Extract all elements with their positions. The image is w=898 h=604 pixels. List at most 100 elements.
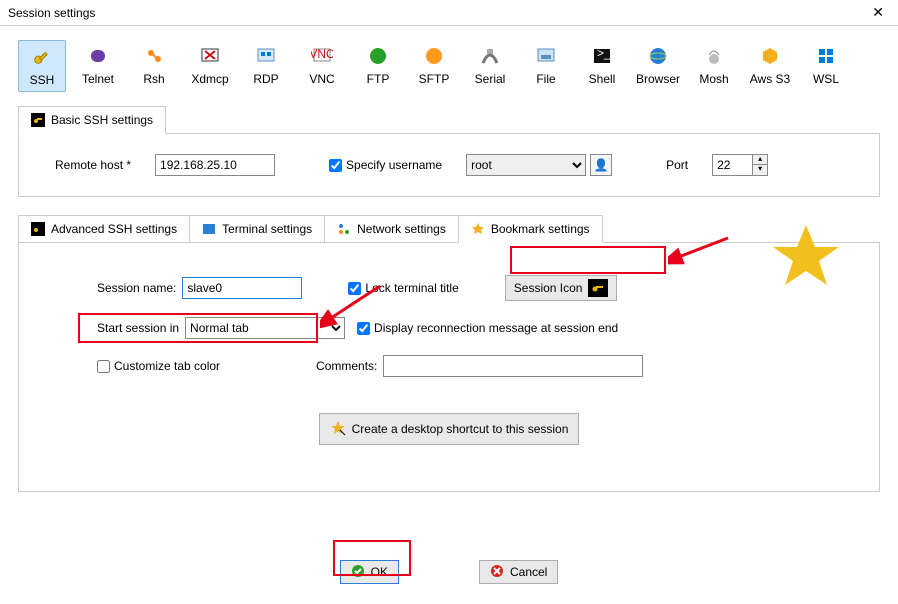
proto-label: Telnet (82, 72, 114, 86)
proto-ssh[interactable]: SSH (18, 40, 66, 92)
proto-telnet[interactable]: Telnet (74, 40, 122, 92)
proto-label: File (536, 72, 555, 86)
proto-mosh[interactable]: Mosh (690, 40, 738, 92)
proto-label: Shell (589, 72, 616, 86)
proto-wsl[interactable]: WSL (802, 40, 850, 92)
tab-label: Basic SSH settings (51, 113, 153, 127)
proto-aws-s3[interactable]: Aws S3 (746, 40, 794, 92)
key-icon (31, 113, 45, 127)
tab-label: Bookmark settings (491, 222, 590, 236)
comments-input[interactable] (383, 355, 643, 377)
tab-terminal-settings[interactable]: Terminal settings (190, 215, 325, 243)
session-name-label: Session name: (97, 281, 176, 295)
proto-label: FTP (367, 72, 390, 86)
sftp-icon (422, 44, 446, 68)
tab-network-settings[interactable]: Network settings (325, 215, 459, 243)
xdmcp-icon (198, 44, 222, 68)
ok-label: OK (371, 565, 388, 579)
titlebar: Session settings ✕ (0, 0, 898, 26)
session-name-input[interactable] (182, 277, 302, 299)
customize-tab-color-checkbox[interactable]: Customize tab color (97, 359, 220, 373)
spin-down-icon[interactable]: ▾ (753, 165, 767, 175)
sub-section: Advanced SSH settings Terminal settings … (18, 215, 880, 492)
display-reconnection-checkbox[interactable]: Display reconnection message at session … (357, 321, 618, 335)
proto-label: Browser (636, 72, 680, 86)
proto-sftp[interactable]: SFTP (410, 40, 458, 92)
star-decoration-icon (771, 221, 841, 291)
proto-label: Mosh (699, 72, 728, 86)
proto-serial[interactable]: Serial (466, 40, 514, 92)
proto-label: Serial (475, 72, 506, 86)
network-icon (337, 222, 351, 236)
mosh-icon (702, 44, 726, 68)
aws-icon (758, 44, 782, 68)
proto-label: VNC (309, 72, 334, 86)
key-icon (31, 222, 45, 236)
proto-ftp[interactable]: FTP (354, 40, 402, 92)
star-cursor-icon (330, 420, 346, 439)
file-icon (534, 44, 558, 68)
session-icon-label: Session Icon (514, 281, 583, 295)
start-session-select[interactable]: Normal tab (185, 317, 345, 339)
specify-username-label: Specify username (346, 158, 442, 172)
tab-label: Terminal settings (222, 222, 312, 236)
tab-bookmark-settings[interactable]: Bookmark settings (459, 215, 603, 243)
proto-rdp[interactable]: RDP (242, 40, 290, 92)
proto-label: Aws S3 (750, 72, 790, 86)
manage-users-button[interactable]: 👤 (590, 154, 612, 176)
protocol-toolbar: SSH Telnet Rsh Xdmcp RDP VNC VNC FTP SFT… (0, 26, 898, 98)
proto-rsh[interactable]: Rsh (130, 40, 178, 92)
proto-label: WSL (813, 72, 839, 86)
bookmark-panel: Session name: Lock terminal title Sessio… (18, 242, 880, 492)
port-input[interactable] (712, 154, 752, 176)
wsl-icon (814, 44, 838, 68)
terminal-icon (202, 222, 216, 236)
check-icon (351, 564, 365, 581)
port-spinner[interactable]: ▴▾ (712, 154, 768, 176)
svg-text:>_: >_ (597, 46, 611, 60)
proto-shell[interactable]: >_ Shell (578, 40, 626, 92)
port-label: Port (666, 158, 688, 172)
proto-browser[interactable]: Browser (634, 40, 682, 92)
proto-vnc[interactable]: VNC VNC (298, 40, 346, 92)
ok-button[interactable]: OK (340, 560, 399, 584)
customize-tab-color-label: Customize tab color (114, 359, 220, 373)
remote-host-input[interactable] (155, 154, 275, 176)
dialog-buttons: OK Cancel (0, 560, 898, 584)
start-session-label: Start session in (97, 321, 179, 335)
proto-label: Rsh (143, 72, 164, 86)
lock-title-label: Lock terminal title (365, 281, 458, 295)
ftp-icon (366, 44, 390, 68)
rsh-icon (142, 44, 166, 68)
proto-label: RDP (253, 72, 278, 86)
create-shortcut-button[interactable]: Create a desktop shortcut to this sessio… (319, 413, 580, 445)
cancel-button[interactable]: Cancel (479, 560, 558, 584)
key-icon (588, 279, 608, 297)
tab-label: Network settings (357, 222, 446, 236)
browser-icon (646, 44, 670, 68)
display-reconnection-label: Display reconnection message at session … (374, 321, 618, 335)
telnet-icon (86, 44, 110, 68)
proto-label: SFTP (419, 72, 450, 86)
cancel-icon (490, 564, 504, 581)
star-icon (471, 222, 485, 236)
vnc-icon: VNC (310, 44, 334, 68)
proto-label: SSH (30, 73, 55, 87)
username-select[interactable]: root (466, 154, 586, 176)
create-shortcut-label: Create a desktop shortcut to this sessio… (352, 422, 569, 436)
shell-icon: >_ (590, 44, 614, 68)
tab-advanced-ssh[interactable]: Advanced SSH settings (18, 215, 190, 243)
session-icon-button[interactable]: Session Icon (505, 275, 618, 301)
lock-title-checkbox[interactable]: Lock terminal title (348, 281, 458, 295)
svg-text:VNC: VNC (311, 47, 333, 61)
proto-xdmcp[interactable]: Xdmcp (186, 40, 234, 92)
serial-icon (478, 44, 502, 68)
proto-file[interactable]: File (522, 40, 570, 92)
specify-username-checkbox[interactable]: Specify username (329, 158, 442, 172)
key-icon (30, 45, 54, 69)
comments-label: Comments: (316, 359, 377, 373)
proto-label: Xdmcp (191, 72, 228, 86)
tab-label: Advanced SSH settings (51, 222, 177, 236)
close-icon[interactable]: ✕ (866, 4, 890, 21)
tab-basic-ssh[interactable]: Basic SSH settings (18, 106, 166, 134)
